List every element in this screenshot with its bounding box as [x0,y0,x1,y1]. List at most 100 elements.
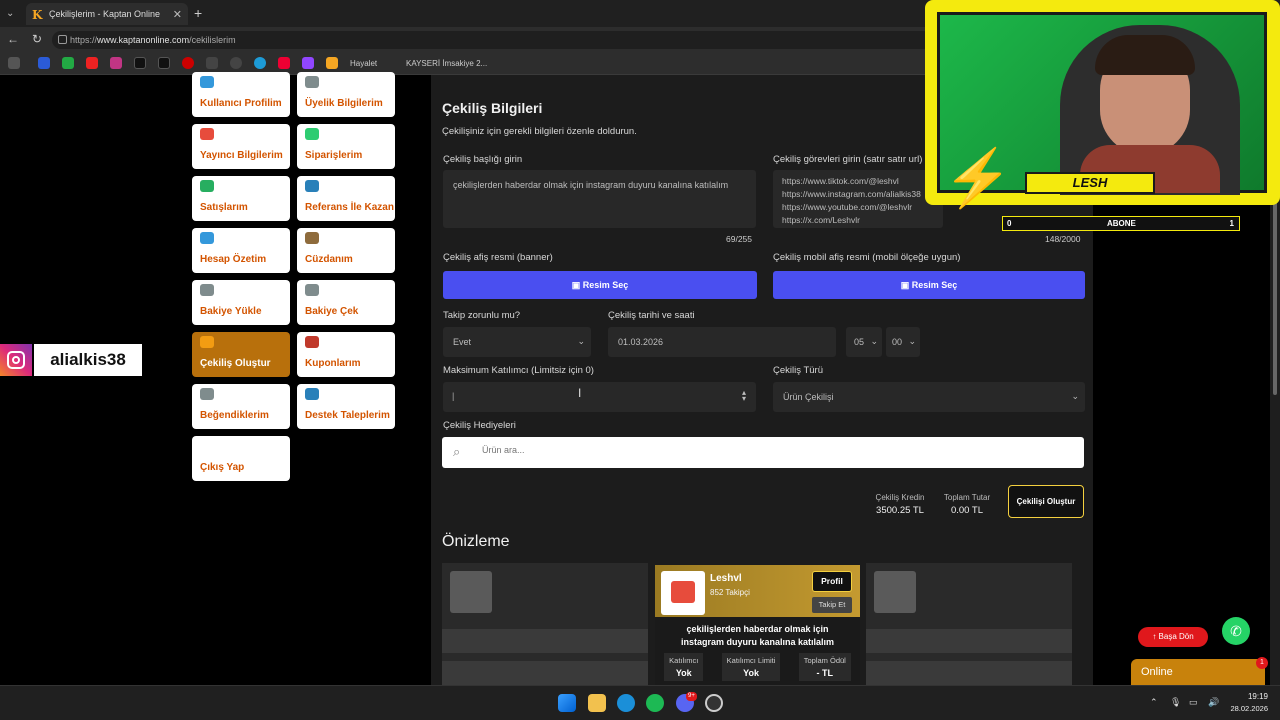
sidebar-item-referral[interactable]: Referans İle Kazan [297,176,395,221]
total-label: Toplam Tutar [943,493,991,502]
spotify-icon[interactable] [646,694,664,712]
wallet-icon [305,232,319,244]
bookmark-icon[interactable] [230,57,242,69]
sidebar-item-profile[interactable]: Kullanıcı Profilim [192,72,290,117]
back-to-top-button[interactable]: ↑ Başa Dön [1138,627,1208,647]
gifts-label: Çekiliş Hediyeleri [443,420,516,431]
sidebar-item-withdraw[interactable]: Bakiye Çek [297,280,395,325]
bookmark-hayalet[interactable]: Hayalet [350,59,377,68]
withdraw-icon [305,284,319,296]
raffle-type-select[interactable]: Ürün Çekilişi ⌄ [773,382,1085,412]
sidebar-item-logout[interactable]: Çıkış Yap [192,436,290,481]
raffle-title-label: Çekiliş başlığı girin [443,154,523,165]
bookmark-icon[interactable] [254,57,266,69]
sidebar-item-label: Destek Taleplerim [305,410,390,421]
orders-icon [305,128,319,140]
sidebar-item-create-raffle[interactable]: Çekiliş Oluştur [192,332,290,377]
tiktok-bookmark-icon[interactable] [134,57,146,69]
minute-select[interactable]: 00 ⌄ [886,327,920,357]
mobile-banner-label: Çekiliş mobil afiş resmi (mobil ölçeğe u… [773,252,961,263]
raffle-title-input[interactable]: çekilişlerden haberdar olmak için instag… [443,170,756,228]
sidebar-item-orders[interactable]: Siparişlerim [297,124,395,169]
chevron-down-icon: ⌄ [1071,391,1079,401]
product-search-field[interactable]: ⌕ [442,437,1084,468]
bookmark-icon[interactable] [182,57,194,69]
bookmark-kayseri[interactable]: KAYSERİ İmsakiye 2... [406,59,487,68]
streamer-hair [1095,35,1195,75]
sidebar-item-label: Çekiliş Oluştur [200,358,271,369]
profile-button[interactable]: Profil [812,571,852,592]
sidebar-item-label: Satışlarım [200,202,248,213]
bookmark-icon[interactable] [278,57,290,69]
stepper-icon[interactable]: ▴ ▾ [742,389,746,403]
sidebar-item-streamer[interactable]: Yayıncı Bilgilerim [192,124,290,169]
clock-date[interactable]: 28.02.2026 [1224,704,1268,713]
file-explorer-icon[interactable] [588,694,606,712]
sidebar-item-wallet[interactable]: Cüzdanım [297,228,395,273]
tasks-char-count: 148/2000 [1045,234,1081,244]
hour-select[interactable]: 05 ⌄ [846,327,882,357]
x-bookmark-icon[interactable] [158,57,170,69]
create-raffle-icon [200,336,214,348]
app-icon[interactable] [705,694,723,712]
volume-icon[interactable]: 🔊 [1208,697,1219,708]
twitch-bookmark-icon[interactable] [302,57,314,69]
kaptan-bookmark-icon[interactable] [326,57,338,69]
tab-close-icon[interactable]: ✕ [173,8,182,21]
sidebar-item-sales[interactable]: Satışlarım [192,176,290,221]
sidebar-item-favorites[interactable]: Beğendiklerim [192,384,290,429]
image-icon: ▣ [571,280,583,290]
bookmark-icon[interactable] [62,57,74,69]
tray-chevron-icon[interactable]: ⌃ [1150,697,1158,708]
browser-tab-active[interactable]: K Çekilişlerim - Kaptan Online ✕ [26,3,188,25]
follow-required-select[interactable]: Evet ⌄ [443,327,591,357]
deposit-icon [200,284,214,296]
windows-start-icon[interactable] [558,694,576,712]
max-participants-input[interactable]: | ▴ ▾ [443,382,756,412]
sidebar-item-coupons[interactable]: Kuponlarım [297,332,395,377]
streamer-followers: 852 Takipçi [710,588,750,597]
site-info-icon[interactable] [58,35,67,44]
streamer-name[interactable]: Leshvl [710,573,742,584]
abone-goal-bar: 0 ABONE 1 [1002,216,1240,231]
create-raffle-button[interactable]: Çekilişi Oluştur [1008,485,1084,518]
title-char-count: 69/255 [726,234,752,244]
bookmark-icon[interactable] [8,57,20,69]
sidebar-item-label: Çıkış Yap [200,462,245,473]
raffle-date-label: Çekiliş tarihi ve saati [608,310,695,321]
youtube-bookmark-icon[interactable] [86,57,98,69]
profile-icon [200,76,214,88]
raffle-tasks-input[interactable]: https://www.tiktok.com/@leshvl https://w… [773,170,943,228]
new-tab-button[interactable]: + [194,5,202,21]
raffle-date-input[interactable]: 01.03.2026 [608,327,836,357]
url-path: /cekilislerim [189,35,236,45]
reload-icon[interactable]: ↻ [32,32,42,46]
edge-icon[interactable] [617,694,635,712]
back-arrow-icon[interactable]: ← [7,32,19,46]
tab-list-chevron-icon[interactable]: ⌄ [6,8,14,19]
network-icon[interactable]: ▭ [1189,697,1198,708]
follow-button[interactable]: Takip Et [812,597,852,613]
sidebar-item-support[interactable]: Destek Taleplerim [297,384,395,429]
product-search-input[interactable] [482,445,1042,455]
banner-choose-image-button[interactable]: ▣ Resim Seç [443,271,757,299]
preview-raffle-card[interactable]: Leshvl 852 Takipçi Profil Takip Et çekil… [655,565,860,685]
sidebar-item-deposit[interactable]: Bakiye Yükle [192,280,290,325]
sidebar-item-account-summary[interactable]: Hesap Özetim [192,228,290,273]
url-field[interactable]: https://www.kaptanonline.com/cekilisleri… [52,31,932,49]
instagram-bookmark-icon[interactable] [110,57,122,69]
online-chat-widget[interactable]: Online [1131,659,1265,685]
whatsapp-icon[interactable]: ✆ [1222,617,1250,645]
mobile-banner-choose-image-button[interactable]: ▣ Resim Seç [773,271,1085,299]
clock-time[interactable]: 19:19 [1228,692,1268,701]
bookmark-icon[interactable] [206,57,218,69]
streamer-icon [200,128,214,140]
form-title: Çekiliş Bilgileri [442,100,543,116]
instagram-username: alialkis38 [34,344,142,376]
form-subtitle: Çekilişiniz için gerekli bilgileri özenl… [442,126,637,137]
microphone-icon[interactable]: 🎙 [1170,697,1181,708]
sidebar-item-membership[interactable]: Üyelik Bilgilerim [297,72,395,117]
total-value: 0.00 TL [950,505,984,516]
support-icon [305,388,319,400]
bookmark-icon[interactable] [38,57,50,69]
